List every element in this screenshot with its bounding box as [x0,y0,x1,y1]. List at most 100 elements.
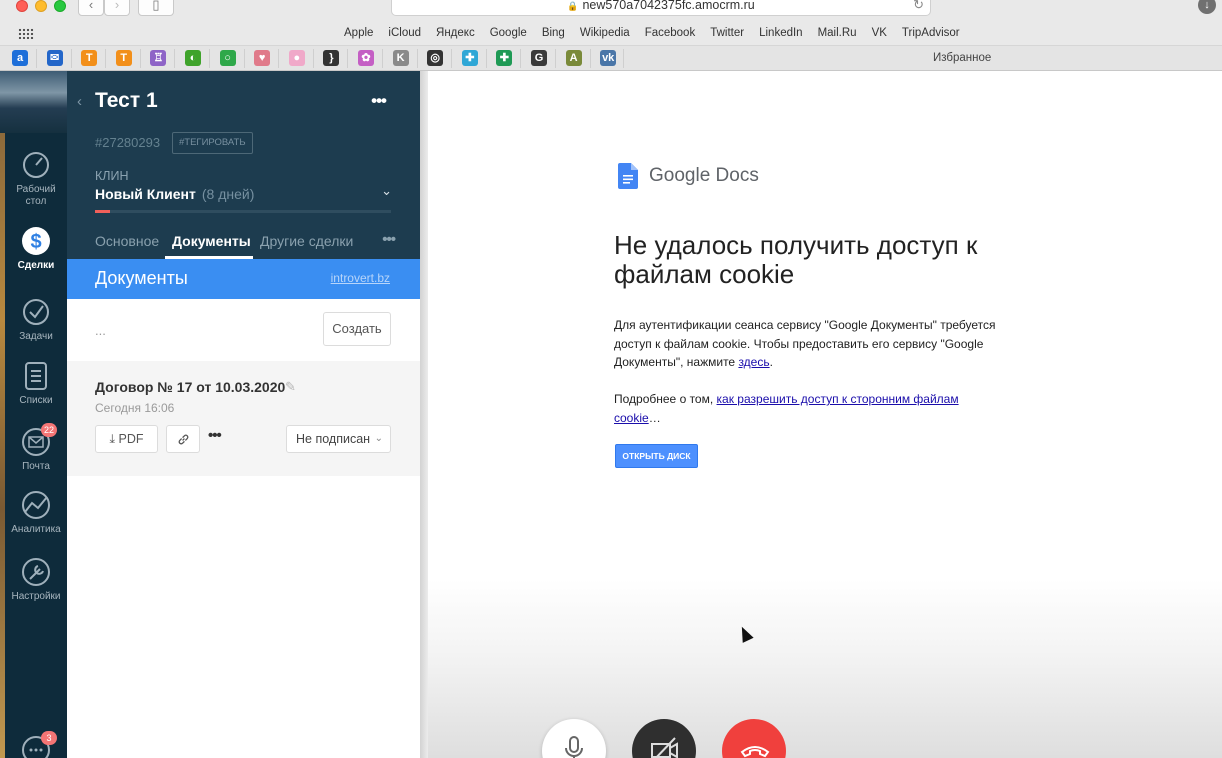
toolbar-divider [451,49,453,68]
toolbar-divider [243,49,245,68]
documents-section-header: Документы introvert.bz [67,259,420,299]
tabs-more-icon[interactable]: ••• [382,231,396,248]
nav-item-mail[interactable]: 22 Почта [5,423,67,473]
lead-id: #27280293 [95,135,161,150]
p2-end: … [648,410,661,425]
analytics-icon [22,491,50,519]
favorite-link[interactable]: Google [490,27,527,39]
open-drive-button[interactable]: ОТКРЫТЬ ДИСК [615,444,698,468]
template-select[interactable]: ... [95,323,106,338]
window-minimize-button[interactable] [35,0,47,12]
lists-icon [25,362,47,390]
bracket-ext-icon[interactable]: } [323,50,340,66]
browser-forward-button[interactable]: › [104,0,130,16]
toolbar-divider [382,49,383,68]
create-document-button[interactable]: Создать [323,312,391,346]
document-name[interactable]: Договор № 17 от 10.03.2020 [95,379,285,395]
instagram-ext-icon[interactable]: ◎ [427,50,444,66]
t-orange-2-ext-icon[interactable]: T [115,50,132,66]
favorite-link[interactable]: Twitter [710,27,744,39]
favorite-link[interactable]: LinkedIn [759,27,802,39]
pdf-label: PDF [118,432,144,446]
nav-item-analytics[interactable]: Аналитика [5,490,67,536]
address-bar[interactable]: 🔒 new570a7042375fc.amocrm.ru ↻ [391,0,931,16]
user-avatar-photo[interactable] [0,71,67,133]
favorites-folder-label[interactable]: Избранное [933,52,991,64]
pink-ext-icon[interactable]: ● [288,50,305,66]
main-nav-rail: Рабочий стол $ Сделки Задачи Списки 22 П… [0,71,67,758]
favorite-link[interactable]: Facebook [645,27,696,39]
nav-item-dashboard[interactable]: Рабочий стол [5,150,67,208]
toolbar-divider [70,49,72,68]
google-docs-frame: Google Docs Не удалось получить доступ к… [428,71,1222,758]
favorite-link[interactable]: Яндекс [436,27,475,39]
pipeline-progress-fill [95,210,110,213]
puzzle-ext-icon[interactable]: ✚ [461,50,478,66]
svg-text:$: $ [30,231,41,253]
tab-other-deals[interactable]: Другие сделки [260,233,353,249]
chevron-down-icon[interactable]: ⌄ [381,183,392,199]
favorite-link[interactable]: TripAdvisor [902,27,960,39]
favorite-link[interactable]: Bing [542,27,565,39]
call-mic-button[interactable] [542,719,606,758]
nav-item-deals[interactable]: $ Сделки [5,226,67,272]
green-leaf-ext-icon[interactable]: ◐ [185,50,201,66]
window-maximize-button[interactable] [54,0,66,12]
call-hangup-button[interactable] [722,719,786,758]
lead-title[interactable]: Тест 1 [95,89,158,113]
nav-item-lists[interactable]: Списки [5,361,67,407]
pencil-icon[interactable]: ✎ [285,379,296,395]
dashboard-icon [23,152,49,178]
heart-ext-icon[interactable]: ♥ [254,50,271,66]
browser-sidebar-toggle[interactable]: ▯ [138,0,174,16]
lead-status-select[interactable]: Новый Клиент (8 дней) [95,186,254,202]
document-more-icon[interactable]: ••• [208,427,222,444]
favorite-link[interactable]: Mail.Ru [818,27,857,39]
top-sites-grid-icon[interactable] [18,28,34,39]
toolbar-divider [589,49,591,68]
call-camera-button[interactable] [632,719,696,758]
panel-resize-divider[interactable] [420,71,428,758]
back-chevron-icon[interactable]: ‹ [77,93,82,110]
toolbar-divider [105,49,107,68]
purple-basket-ext-icon[interactable]: ♖ [150,50,167,66]
signature-status-select[interactable]: Не подписан ⌄ [286,425,391,453]
provider-link[interactable]: introvert.bz [331,271,390,285]
t-orange-ext-icon[interactable]: T [81,50,98,66]
nav-item-settings[interactable]: Настройки [5,557,67,603]
favorite-link[interactable]: Apple [344,27,373,39]
tab-main[interactable]: Основное [95,233,159,249]
reload-icon[interactable]: ↻ [913,0,924,15]
favorite-link[interactable]: Wikipedia [580,27,630,39]
downloads-button[interactable]: ↓ [1198,0,1216,14]
nav-label: Почта [22,461,50,472]
k-ext-icon[interactable]: K [392,50,409,66]
mail-ext-icon[interactable]: ✉ [46,50,63,66]
colorwheel-ext-icon[interactable]: ✿ [358,50,374,66]
vk-ext-icon[interactable]: vk [600,50,617,66]
add-tag-button[interactable]: #ТЕГИРОВАТЬ [172,132,253,154]
a-book-ext-icon[interactable]: A [565,50,582,66]
p1-text: Для аутентификации сеанса сервису "Googl… [614,318,996,369]
copy-link-button[interactable] [166,425,200,453]
green-ring-ext-icon[interactable]: ○ [219,50,236,66]
learn-more-text: Подробнее о том, как разрешить доступ к … [614,390,999,427]
gc-ext-icon[interactable]: G [531,50,547,66]
tab-documents[interactable]: Документы [172,233,251,249]
lead-more-menu-icon[interactable]: ••• [371,91,387,111]
favorite-link[interactable]: VK [872,27,887,39]
tasks-icon [23,299,49,325]
window-close-button[interactable] [16,0,28,12]
grant-access-link[interactable]: здесь [738,355,769,369]
favorite-link[interactable]: iCloud [388,27,421,39]
amocrm-ext-icon[interactable]: a [12,50,28,66]
browser-back-button[interactable]: ‹ [78,0,104,16]
address-url: new570a7042375fc.amocrm.ru [582,0,755,12]
download-pdf-button[interactable]: ⤓ PDF [95,425,158,453]
nav-item-tasks[interactable]: Задачи [5,297,67,343]
sheets-ext-icon[interactable]: ✚ [496,50,513,66]
toolbar-divider [520,49,522,68]
toolbar-divider [36,49,37,68]
nav-item-chats[interactable]: 3 [5,731,67,758]
nav-label: Списки [19,395,53,406]
